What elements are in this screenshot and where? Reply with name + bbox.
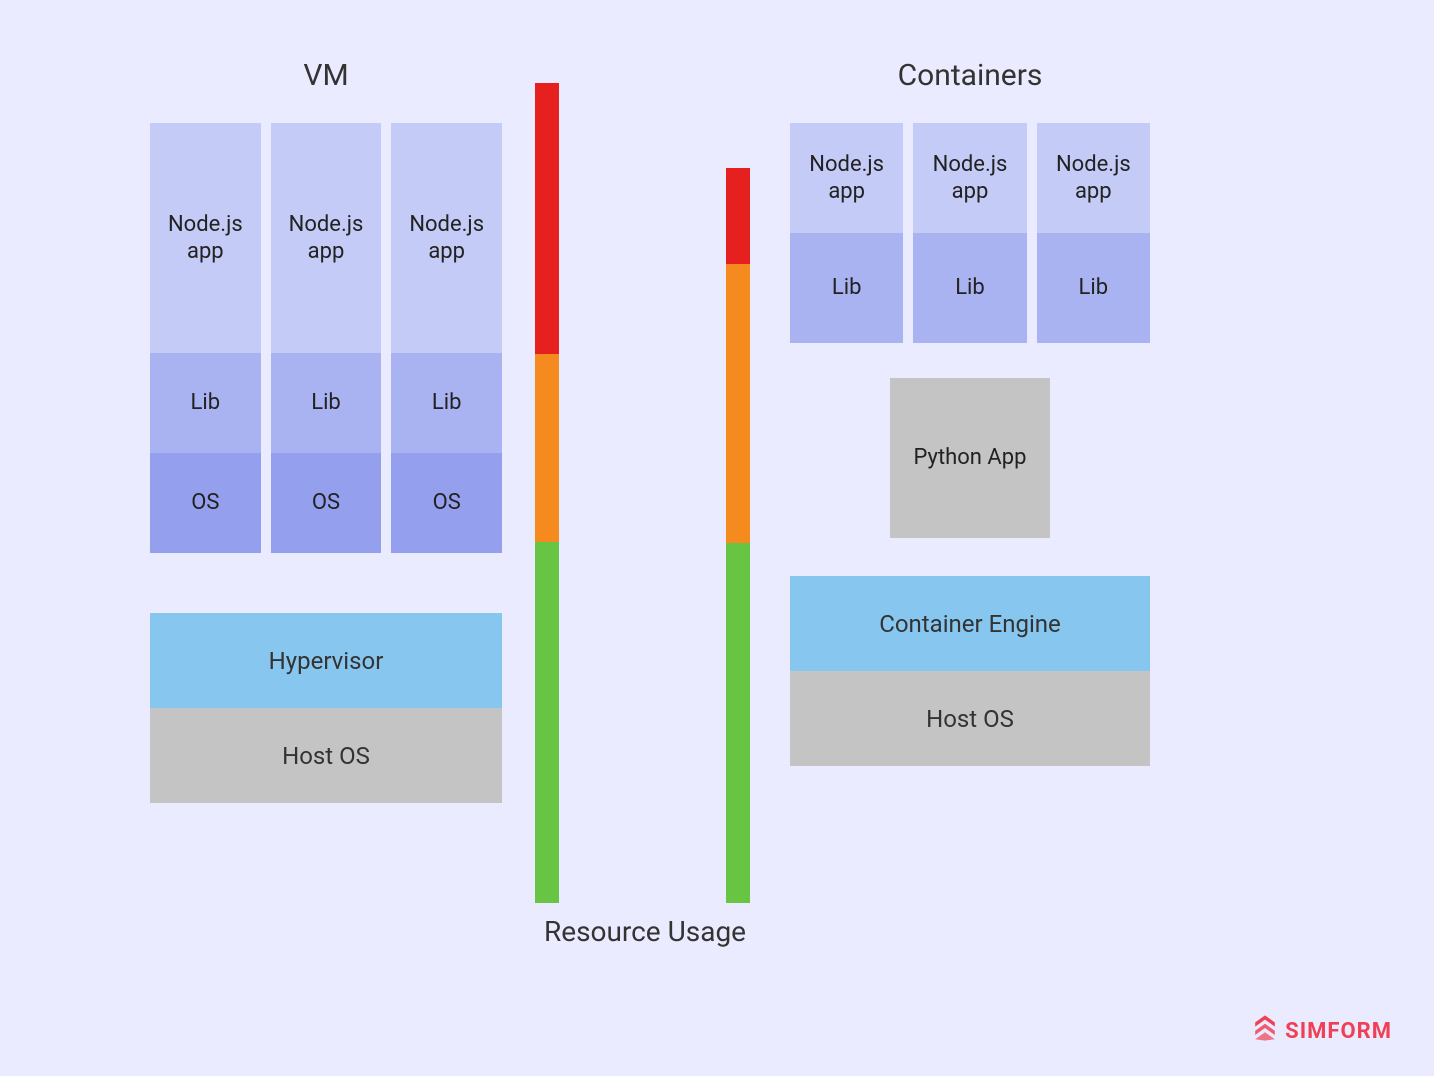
vm-column: Node.js app Lib OS — [391, 123, 502, 553]
container-app-block: Node.js app — [790, 123, 903, 233]
simform-logo-text: SIMFORM — [1285, 1019, 1392, 1044]
vm-lib-block: Lib — [150, 353, 261, 453]
bar-segment-orange — [535, 354, 559, 543]
vm-lib-block: Lib — [391, 353, 502, 453]
container-column: Node.js app Lib — [1037, 123, 1150, 343]
python-app-block: Python App — [890, 378, 1050, 538]
diagram-canvas: VM Containers Node.js app Lib OS Node.js… — [0, 0, 1434, 1076]
container-engine-block: Container Engine — [790, 576, 1150, 671]
vm-columns: Node.js app Lib OS Node.js app Lib OS No… — [150, 123, 502, 553]
vm-os-block: OS — [391, 453, 502, 553]
bar-segment-red — [535, 83, 559, 354]
simform-logo-icon — [1251, 1014, 1279, 1048]
resource-usage-label: Resource Usage — [515, 915, 775, 948]
vm-os-block: OS — [271, 453, 382, 553]
containers-stack: Node.js app Lib Node.js app Lib Node.js … — [790, 123, 1150, 766]
vm-column: Node.js app Lib OS — [271, 123, 382, 553]
vm-host-os-block: Host OS — [150, 708, 502, 803]
container-columns: Node.js app Lib Node.js app Lib Node.js … — [790, 123, 1150, 343]
hypervisor-block: Hypervisor — [150, 613, 502, 708]
vm-app-block: Node.js app — [271, 123, 382, 353]
container-lib-block: Lib — [1037, 233, 1150, 343]
container-lib-block: Lib — [913, 233, 1026, 343]
bar-segment-red — [726, 168, 750, 264]
simform-logo: SIMFORM — [1251, 1014, 1392, 1048]
container-host-os-block: Host OS — [790, 671, 1150, 766]
resource-bar-vm — [535, 83, 559, 903]
container-app-block: Node.js app — [913, 123, 1026, 233]
containers-title: Containers — [790, 58, 1150, 93]
container-column: Node.js app Lib — [913, 123, 1026, 343]
vm-stack: Node.js app Lib OS Node.js app Lib OS No… — [150, 123, 502, 803]
container-app-block: Node.js app — [1037, 123, 1150, 233]
bar-segment-green — [726, 543, 750, 903]
bar-segment-orange — [726, 264, 750, 543]
vm-title: VM — [150, 58, 502, 93]
vm-os-block: OS — [150, 453, 261, 553]
vm-column: Node.js app Lib OS — [150, 123, 261, 553]
container-lib-block: Lib — [790, 233, 903, 343]
resource-bar-containers — [726, 168, 750, 903]
vm-lib-block: Lib — [271, 353, 382, 453]
container-column: Node.js app Lib — [790, 123, 903, 343]
bar-segment-green — [535, 542, 559, 903]
vm-app-block: Node.js app — [391, 123, 502, 353]
vm-app-block: Node.js app — [150, 123, 261, 353]
